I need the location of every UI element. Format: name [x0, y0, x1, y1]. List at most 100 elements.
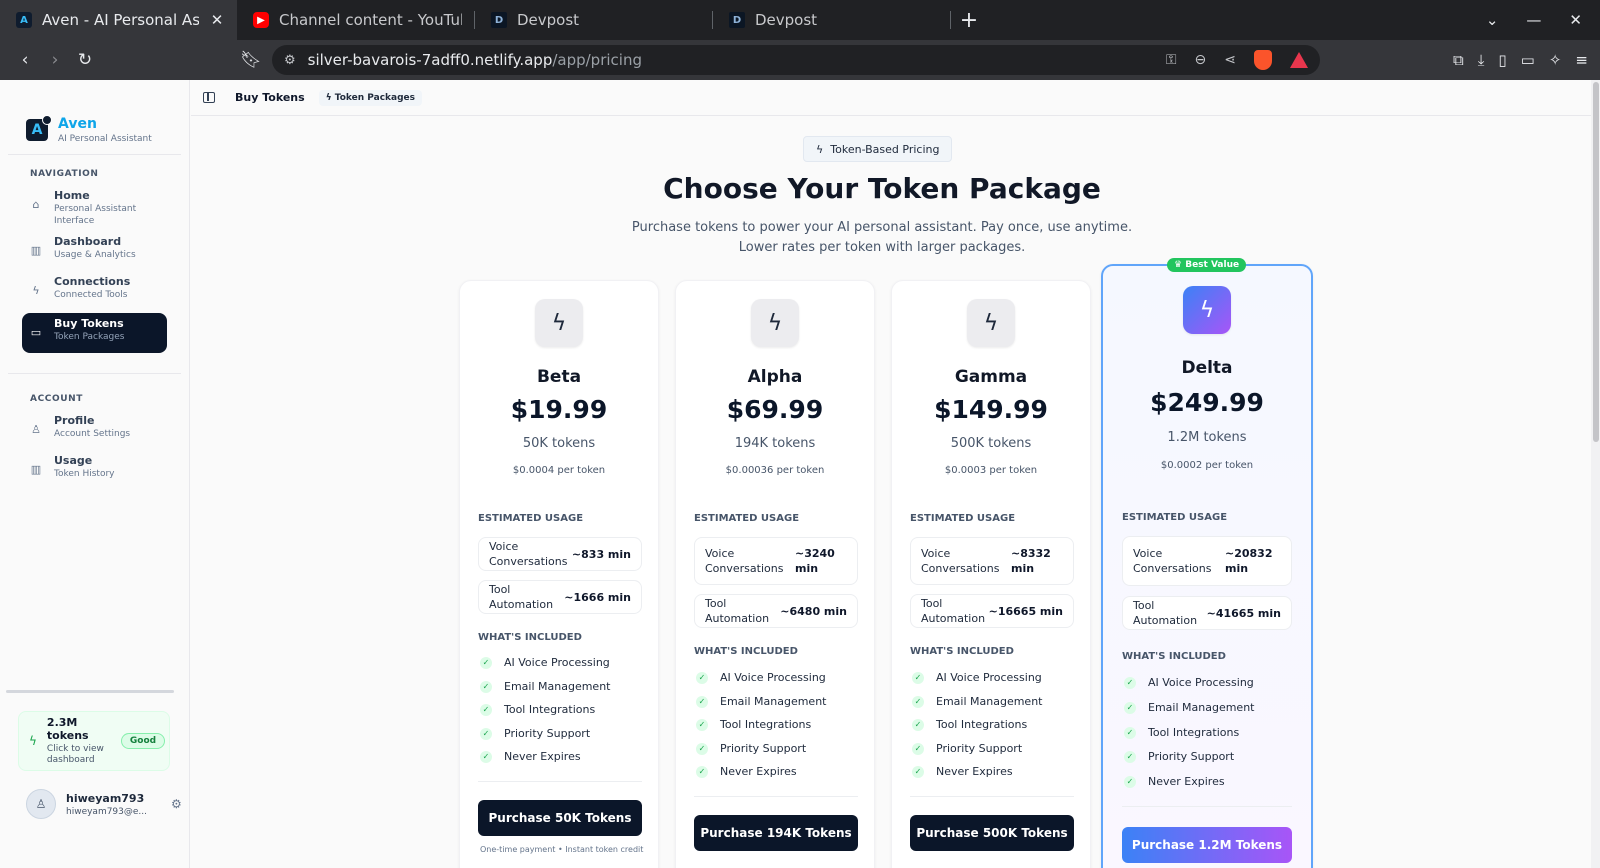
gear-icon[interactable]: ⚙: [171, 797, 182, 811]
nav-title: Usage: [54, 454, 93, 467]
tab-title: Devpost: [755, 11, 818, 29]
zap-icon: ϟ: [751, 299, 799, 347]
nav-subtitle: Token Packages: [54, 332, 125, 342]
wallet-icon[interactable]: ▭: [1521, 51, 1535, 69]
user-profile[interactable]: ♙ hiweyam793 hiweyam793@e... ⚙: [26, 789, 190, 819]
whats-included-label: WHAT'S INCLUDED: [910, 646, 1014, 657]
address-bar[interactable]: ⚙︎ silver-bavarois-7adff0.netlify.app/ap…: [272, 45, 1320, 75]
usage-value: ~8332 min: [1011, 547, 1051, 575]
tab-title: Aven - AI Personal Assistant: [42, 11, 199, 29]
reload-icon[interactable]: ↻: [70, 45, 100, 75]
token-card-subtitle: Click to view dashboard: [46, 744, 104, 765]
sidebar-scrollbar[interactable]: [6, 690, 174, 693]
feature-item: ✓ Never Expires: [480, 750, 581, 763]
check-icon: ✓: [912, 718, 924, 731]
brand[interactable]: A Aven AI Personal Assistant: [0, 80, 189, 154]
package-price: $149.99: [934, 395, 1048, 424]
usage-label: Voice Conversations: [921, 547, 1000, 575]
headline: Choose Your Token Package: [663, 172, 1101, 205]
scrollbar-thumb[interactable]: [1593, 82, 1599, 442]
tab-youtube[interactable]: ▶ Channel content - YouTube Studio: [237, 0, 474, 40]
package-card-alpha: ϟ Alpha $69.99 194K tokens $0.00036 per …: [675, 280, 875, 868]
aven-favicon-icon: A: [16, 12, 32, 28]
estimated-usage-label: ESTIMATED USAGE: [1122, 512, 1228, 523]
nav-title: Home: [54, 189, 90, 202]
status-badge: Good: [120, 733, 166, 749]
site-settings-icon[interactable]: ⚙︎: [284, 53, 296, 68]
feature-item: ✓ Email Management: [1124, 701, 1254, 714]
per-token-price: $0.0003 per token: [944, 465, 1038, 476]
sidebar-item-profile[interactable]: ♙ Profile Account Settings: [22, 410, 167, 450]
bookmark-icon[interactable]: 🔖︎: [236, 45, 266, 75]
url-text: silver-bavarois-7adff0.netlify.app/app/p…: [307, 51, 642, 69]
tab-aven[interactable]: A Aven - AI Personal Assistant ✕: [0, 0, 237, 40]
zap-icon: ϟ: [816, 142, 824, 156]
purchase-button[interactable]: Purchase 500K Tokens: [910, 815, 1074, 851]
new-tab-button[interactable]: +: [951, 8, 987, 33]
zap-icon: ϟ: [1183, 286, 1231, 334]
voice-usage-box: Voice Conversations ~20832 min: [1122, 536, 1292, 586]
share-icon[interactable]: ⋖: [1224, 52, 1236, 68]
hero-subtext: Purchase tokens to power your AI persona…: [191, 218, 1573, 258]
per-token-price: $0.00036 per token: [725, 465, 825, 476]
leo-ai-icon[interactable]: ✧: [1549, 51, 1562, 69]
tab-devpost-1[interactable]: D Devpost: [475, 0, 712, 40]
zoom-icon[interactable]: ⊖: [1195, 52, 1207, 68]
brave-shields-icon[interactable]: [1254, 50, 1272, 70]
sidebar-item-buy-tokens[interactable]: ▭ Buy Tokens Token Packages: [22, 313, 167, 353]
purchase-button[interactable]: Purchase 1.2M Tokens: [1122, 827, 1292, 863]
usage-value: ~20832 min: [1225, 547, 1273, 575]
sidebar-item-connections[interactable]: ϟ Connections Connected Tools: [22, 271, 167, 311]
minimize-icon[interactable]: —: [1526, 11, 1541, 29]
tab-devpost-2[interactable]: D Devpost: [713, 0, 950, 40]
check-icon: ✓: [912, 742, 924, 755]
purchase-button[interactable]: Purchase 50K Tokens: [478, 800, 642, 836]
extensions-icon[interactable]: ⧉: [1453, 51, 1464, 69]
usage-value: ~41665 min: [1206, 606, 1281, 620]
per-token-price: $0.0004 per token: [512, 465, 606, 476]
page-scrollbar[interactable]: [1591, 80, 1600, 868]
sidebar-toggle-icon[interactable]: ▯: [1498, 51, 1506, 69]
back-icon[interactable]: ‹: [10, 45, 40, 75]
close-window-icon[interactable]: ✕: [1569, 11, 1582, 29]
feature-item: ✓ Priority Support: [1124, 750, 1234, 763]
whats-included-label: WHAT'S INCLUDED: [478, 632, 582, 643]
subtext-line: Lower rates per token with larger packag…: [738, 240, 1026, 255]
brand-subtitle: AI Personal Assistant: [58, 134, 152, 144]
sidebar-item-usage[interactable]: ▥ Usage Token History: [22, 450, 167, 490]
feature-item: ✓ AI Voice Processing: [912, 671, 1042, 684]
nav-subtitle: Account Settings: [54, 429, 131, 439]
feature-item: ✓ Tool Integrations: [696, 718, 811, 731]
close-tab-icon[interactable]: ✕: [209, 11, 225, 29]
usage-label: Tool Automation: [1133, 599, 1198, 627]
menu-icon[interactable]: ≡: [1575, 51, 1588, 69]
sidebar-toggle-icon[interactable]: [203, 92, 215, 103]
page-title: Buy Tokens: [235, 91, 305, 104]
sidebar-item-dashboard[interactable]: ▥ Dashboard Usage & Analytics: [22, 231, 167, 271]
check-icon: ✓: [912, 695, 924, 708]
voice-usage-box: Voice Conversations ~3240 min: [694, 537, 858, 585]
forward-icon[interactable]: ›: [40, 45, 70, 75]
package-tokens: 500K tokens: [950, 436, 1032, 451]
package-card-gamma: ϟ Gamma $149.99 500K tokens $0.0003 per …: [891, 280, 1091, 868]
key-icon[interactable]: ⚿: [1166, 52, 1177, 68]
tab-title: Devpost: [517, 11, 580, 29]
whats-included-label: WHAT'S INCLUDED: [694, 646, 798, 657]
sidebar-item-home[interactable]: ⌂ Home Personal Assistant Interface: [22, 185, 167, 231]
aven-logo-icon: A: [26, 115, 52, 141]
usage-label: Voice Conversations: [705, 547, 784, 575]
devpost-favicon-icon: D: [491, 12, 507, 28]
brave-rewards-icon[interactable]: [1290, 52, 1308, 68]
usage-label: Tool Automation: [489, 583, 554, 611]
token-balance-card[interactable]: ϟ 2.3M tokens Click to view dashboard Go…: [18, 711, 170, 771]
tab-search-chevron-icon[interactable]: ⌄: [1486, 11, 1499, 29]
purchase-button[interactable]: Purchase 194K Tokens: [694, 815, 858, 851]
account-label: ACCOUNT: [30, 394, 84, 404]
nav-title: Buy Tokens: [54, 317, 124, 330]
downloads-icon[interactable]: ⤓: [1478, 51, 1485, 69]
zap-icon: ϟ: [29, 734, 37, 748]
check-icon: ✓: [480, 750, 492, 763]
app-root: A Aven AI Personal Assistant NAVIGATION …: [0, 80, 1600, 868]
zap-icon: ϟ: [967, 299, 1015, 347]
estimated-usage-label: ESTIMATED USAGE: [910, 513, 1016, 524]
